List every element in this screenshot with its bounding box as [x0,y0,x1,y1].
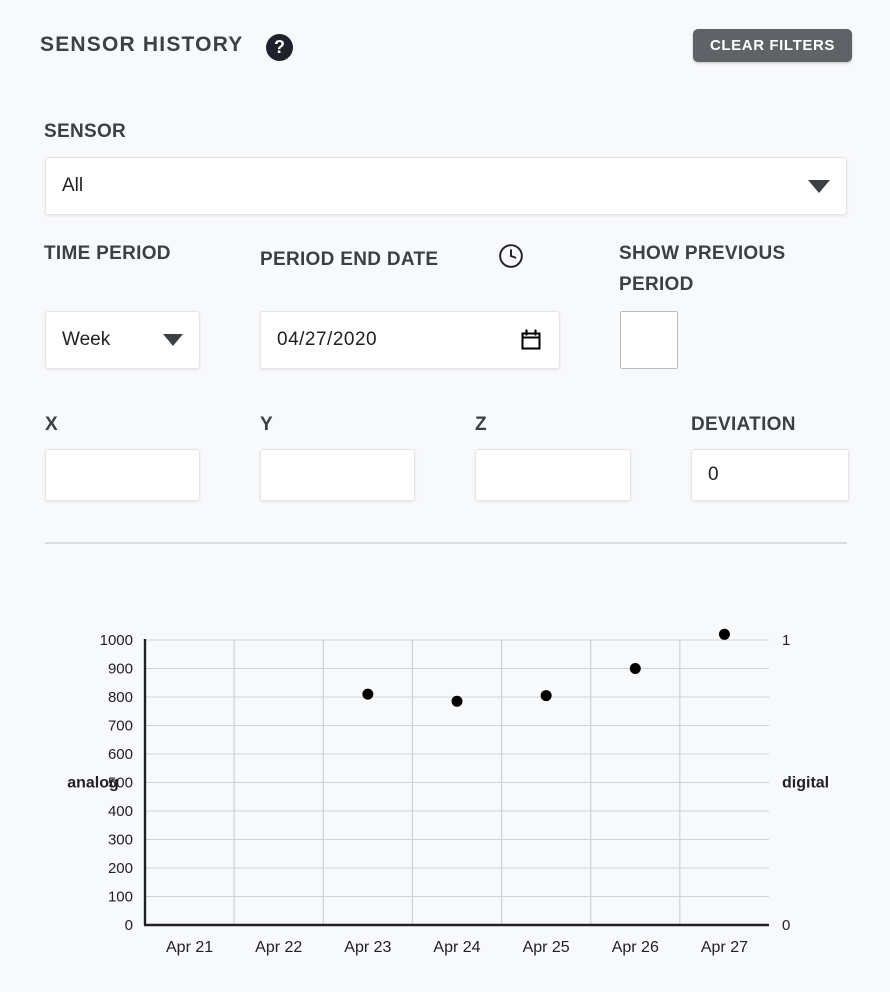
y-axis-tick-label: 100 [108,889,133,906]
time-period-select[interactable]: Week [45,311,200,369]
deviation-value: 0 [708,464,719,485]
data-point[interactable] [629,663,641,674]
x-input[interactable] [45,449,200,501]
y-axis-tick-label: 600 [108,746,133,763]
x-axis-tick-label: Apr 26 [612,939,659,956]
section-divider [45,542,847,544]
chevron-down-icon [808,179,830,193]
deviation-input[interactable]: 0 [691,449,849,501]
help-circle-icon[interactable]: ? [266,34,293,61]
x-label: X [45,414,58,435]
period-end-date-value: 04/27/2020 [277,329,378,350]
y2-axis-title: digital [782,775,829,792]
data-point[interactable] [540,690,552,702]
y-axis-tick-label: 800 [108,689,133,706]
y-label: Y [260,414,273,435]
show-previous-period-label: Show Previous Period [619,243,786,296]
y-input[interactable] [260,449,415,501]
data-point[interactable] [451,695,463,707]
sensor-selected-value: All [62,175,84,196]
clear-filters-button[interactable]: Clear Filters [692,29,852,62]
x-axis-tick-label: Apr 22 [255,939,302,956]
y2-axis-tick-label: 0 [782,917,790,934]
y-axis-tick-label: 200 [108,860,133,877]
z-input[interactable] [475,449,631,501]
chevron-down-icon [163,334,183,346]
data-point[interactable] [362,688,374,700]
y-axis-tick-label: 1000 [100,632,133,649]
data-point[interactable] [718,628,730,640]
scatter-plot: 10009008007006005004003002001000analog10… [67,628,829,956]
show-previous-period-checkbox[interactable] [620,311,678,369]
y-axis-title: analog [67,775,119,792]
sensor-select[interactable]: All [45,157,847,215]
y-axis-tick-label: 0 [125,917,133,934]
x-axis-tick-label: Apr 27 [701,939,748,956]
y-axis-tick-label: 300 [108,832,133,849]
page-title: Sensor History [40,33,244,56]
x-axis-tick-label: Apr 24 [433,939,480,956]
x-axis-tick-label: Apr 23 [344,939,391,956]
y-axis-tick-label: 400 [108,803,133,820]
sensor-label: Sensor [44,121,127,142]
period-end-date-input[interactable]: 04/27/2020 [260,311,560,369]
time-period-label: Time Period [44,243,171,264]
time-period-selected-value: Week [62,329,111,350]
x-axis-tick-label: Apr 21 [166,939,213,956]
y-axis-tick-label: 700 [108,718,133,735]
y2-axis-tick-label: 1 [782,632,790,649]
period-end-date-label: Period End Date [260,249,439,270]
page-header: Sensor History ? Clear Filters [0,0,890,92]
x-axis-tick-label: Apr 25 [523,939,570,956]
z-label: Z [475,414,487,435]
deviation-label: Deviation [691,414,796,435]
y-axis-tick-label: 900 [108,661,133,678]
clock-icon [499,244,523,268]
calendar-icon[interactable] [519,328,543,352]
sensor-history-chart: 1000 900 800 700 600 500 400 300 200 100 0 analog 1 0… [0,600,890,992]
